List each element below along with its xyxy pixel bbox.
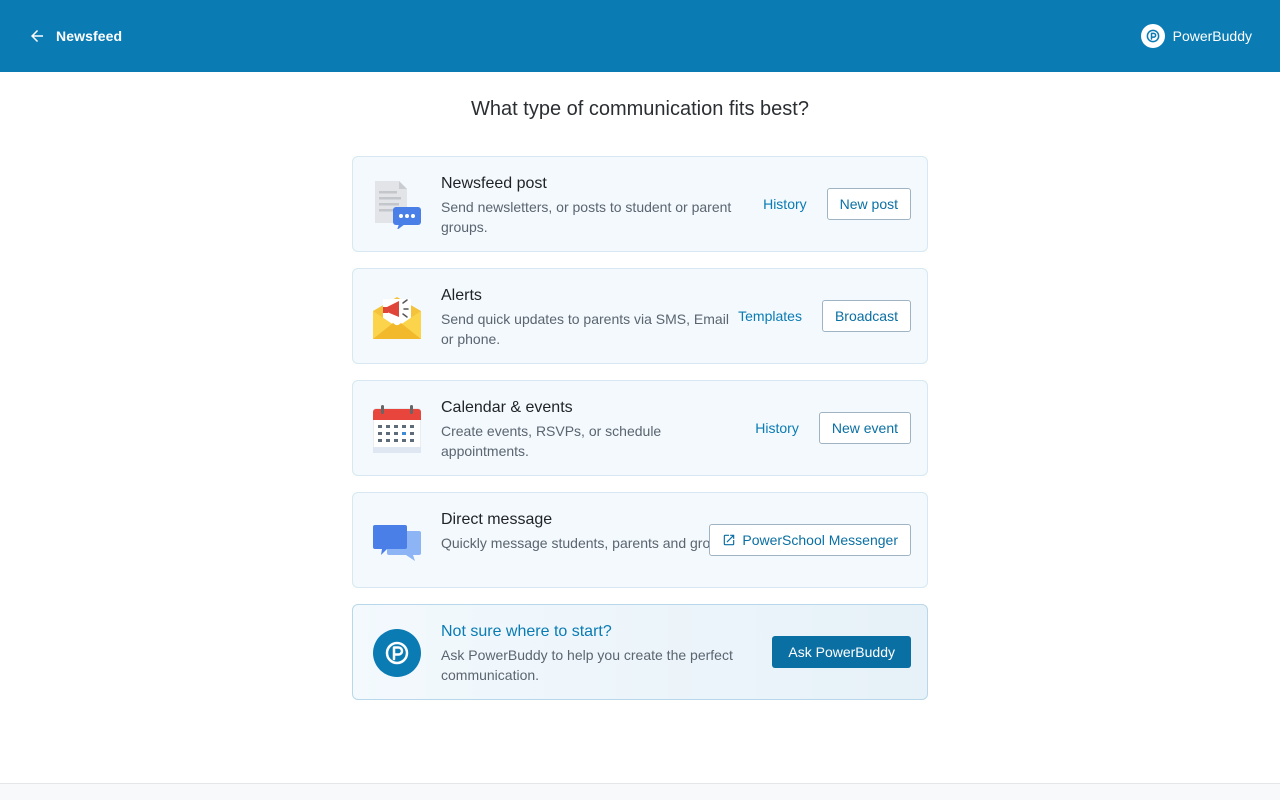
calendar-history-link[interactable]: History bbox=[755, 420, 799, 436]
help-actions: Ask PowerBuddy bbox=[772, 636, 911, 668]
option-description: Create events, RSVPs, or schedule appoin… bbox=[441, 423, 662, 459]
newsfeed-document-chat-icon bbox=[373, 181, 421, 230]
option-description: Send newsletters, or posts to student or… bbox=[441, 199, 732, 235]
option-actions: History New event bbox=[755, 412, 911, 444]
external-link-icon bbox=[724, 534, 735, 546]
back-label: Newsfeed bbox=[56, 28, 123, 44]
brand-name: PowerBuddy bbox=[1172, 28, 1252, 44]
option-title: Direct message bbox=[441, 511, 553, 528]
option-title: Calendar & events bbox=[441, 399, 573, 416]
option-actions: Templates Broadcast bbox=[738, 300, 911, 332]
new-post-button[interactable]: New post bbox=[826, 188, 911, 220]
help-title: Not sure where to start? bbox=[441, 623, 612, 640]
option-description: Send quick updates to parents via SMS, E… bbox=[441, 311, 729, 347]
option-title: Alerts bbox=[441, 287, 482, 304]
arrow-left-icon bbox=[31, 30, 43, 42]
footer-divider bbox=[0, 783, 1280, 800]
option-title: Newsfeed post bbox=[441, 175, 547, 192]
new-event-button[interactable]: New event bbox=[818, 412, 911, 444]
powerbuddy-logo-icon bbox=[1140, 24, 1165, 48]
chat-bubbles-icon bbox=[373, 517, 421, 565]
option-card-alerts: Alerts Send quick updates to parents via… bbox=[352, 268, 928, 364]
ask-powerbuddy-button[interactable]: Ask PowerBuddy bbox=[772, 636, 911, 668]
help-description: Ask PowerBuddy to help you create the pe… bbox=[441, 647, 733, 683]
option-actions: PowerSchool Messenger bbox=[709, 524, 911, 556]
back-to-newsfeed-link[interactable]: Newsfeed bbox=[28, 24, 122, 48]
option-card-calendar-events: Calendar & events Create events, RSVPs, … bbox=[352, 380, 928, 476]
powerschool-messenger-label: PowerSchool Messenger bbox=[742, 532, 898, 548]
powerschool-messenger-button[interactable]: PowerSchool Messenger bbox=[709, 524, 911, 556]
powerbuddy-logo-icon bbox=[373, 629, 421, 677]
top-bar: Newsfeed PowerBuddy bbox=[0, 0, 1280, 72]
page-title: What type of communication fits best? bbox=[471, 98, 809, 120]
help-card: Not sure where to start? Ask PowerBuddy … bbox=[352, 604, 928, 700]
option-description: Quickly message students, parents and gr… bbox=[441, 535, 737, 551]
newsfeed-history-link[interactable]: History bbox=[763, 196, 807, 212]
option-card-direct-message: Direct message Quickly message students,… bbox=[352, 492, 928, 588]
alert-templates-link[interactable]: Templates bbox=[738, 308, 802, 324]
powerbuddy-brand[interactable]: PowerBuddy bbox=[1140, 24, 1252, 48]
option-actions: History New post bbox=[763, 188, 911, 220]
broadcast-button[interactable]: Broadcast bbox=[821, 300, 911, 332]
calendar-icon bbox=[372, 405, 422, 454]
option-card-newsfeed-post: Newsfeed post Send newsletters, or posts… bbox=[352, 156, 928, 252]
envelope-megaphone-icon bbox=[373, 293, 421, 341]
